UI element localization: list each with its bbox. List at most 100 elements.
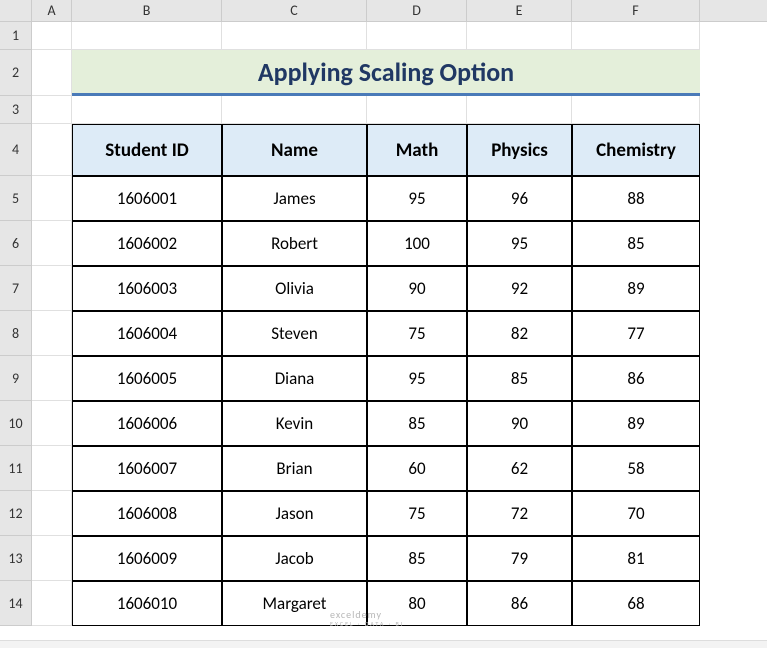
cell-name[interactable]: James (222, 176, 367, 221)
cell-A4[interactable] (32, 124, 72, 176)
cell-chemistry[interactable]: 85 (572, 221, 700, 266)
row-header-1[interactable]: 1 (0, 22, 32, 50)
cell-student-id[interactable]: 1606003 (72, 266, 222, 311)
row-header-10[interactable]: 10 (0, 401, 32, 446)
cell-F3[interactable] (572, 96, 700, 124)
cell-A9[interactable] (32, 356, 72, 401)
cell-chemistry[interactable]: 77 (572, 311, 700, 356)
cell-math[interactable]: 60 (367, 446, 467, 491)
cell-E3[interactable] (467, 96, 572, 124)
cell-A3[interactable] (32, 96, 72, 124)
col-header-C[interactable]: C (222, 0, 367, 21)
col-header-D[interactable]: D (367, 0, 467, 21)
cell-name[interactable]: Jason (222, 491, 367, 536)
cell-name[interactable]: Jacob (222, 536, 367, 581)
cell-A5[interactable] (32, 176, 72, 221)
cell-C1[interactable] (222, 22, 367, 50)
row-header-14[interactable]: 14 (0, 581, 32, 626)
row-header-5[interactable]: 5 (0, 176, 32, 221)
cell-math[interactable]: 85 (367, 536, 467, 581)
cell-chemistry[interactable]: 89 (572, 266, 700, 311)
cell-D3[interactable] (367, 96, 467, 124)
row-header-6[interactable]: 6 (0, 221, 32, 266)
cell-math[interactable]: 90 (367, 266, 467, 311)
row-header-9[interactable]: 9 (0, 356, 32, 401)
cell-A1[interactable] (32, 22, 72, 50)
cell-physics[interactable]: 79 (467, 536, 572, 581)
cell-physics[interactable]: 95 (467, 221, 572, 266)
cell-physics[interactable]: 96 (467, 176, 572, 221)
cell-math[interactable]: 95 (367, 356, 467, 401)
select-all-corner[interactable] (0, 0, 32, 21)
cell-A7[interactable] (32, 266, 72, 311)
cell-A2[interactable] (32, 50, 72, 96)
cell-C3[interactable] (222, 96, 367, 124)
cell-B1[interactable] (72, 22, 222, 50)
title-cell[interactable]: Applying Scaling Option (72, 50, 700, 96)
cell-student-id[interactable]: 1606006 (72, 401, 222, 446)
cell-physics[interactable]: 72 (467, 491, 572, 536)
cell-F1[interactable] (572, 22, 700, 50)
cell-chemistry[interactable]: 81 (572, 536, 700, 581)
th-chemistry[interactable]: Chemistry (572, 124, 700, 176)
th-student-id[interactable]: Student ID (72, 124, 222, 176)
cell-student-id[interactable]: 1606001 (72, 176, 222, 221)
col-header-F[interactable]: F (572, 0, 700, 21)
col-header-E[interactable]: E (467, 0, 572, 21)
row-header-13[interactable]: 13 (0, 536, 32, 581)
cell-math[interactable]: 85 (367, 401, 467, 446)
row-header-7[interactable]: 7 (0, 266, 32, 311)
th-math[interactable]: Math (367, 124, 467, 176)
cell-student-id[interactable]: 1606010 (72, 581, 222, 626)
cell-chemistry[interactable]: 58 (572, 446, 700, 491)
cell-name[interactable]: Brian (222, 446, 367, 491)
cell-student-id[interactable]: 1606008 (72, 491, 222, 536)
cell-name[interactable]: Olivia (222, 266, 367, 311)
cell-name[interactable]: Margaret (222, 581, 367, 626)
row-header-2[interactable]: 2 (0, 50, 32, 96)
cell-chemistry[interactable]: 89 (572, 401, 700, 446)
cell-chemistry[interactable]: 70 (572, 491, 700, 536)
row-header-11[interactable]: 11 (0, 446, 32, 491)
th-name[interactable]: Name (222, 124, 367, 176)
cell-math[interactable]: 75 (367, 311, 467, 356)
row-header-4[interactable]: 4 (0, 124, 32, 176)
cell-chemistry[interactable]: 86 (572, 356, 700, 401)
cell-physics[interactable]: 85 (467, 356, 572, 401)
cell-physics[interactable]: 90 (467, 401, 572, 446)
cell-student-id[interactable]: 1606007 (72, 446, 222, 491)
cell-A14[interactable] (32, 581, 72, 626)
cell-math[interactable]: 80 (367, 581, 467, 626)
cell-chemistry[interactable]: 88 (572, 176, 700, 221)
cell-math[interactable]: 95 (367, 176, 467, 221)
cell-B3[interactable] (72, 96, 222, 124)
col-header-A[interactable]: A (32, 0, 72, 21)
cell-name[interactable]: Kevin (222, 401, 367, 446)
row-header-3[interactable]: 3 (0, 96, 32, 124)
row-header-8[interactable]: 8 (0, 311, 32, 356)
cell-A8[interactable] (32, 311, 72, 356)
cell-D1[interactable] (367, 22, 467, 50)
cell-name[interactable]: Robert (222, 221, 367, 266)
cell-math[interactable]: 100 (367, 221, 467, 266)
cell-A6[interactable] (32, 221, 72, 266)
cell-A12[interactable] (32, 491, 72, 536)
cell-name[interactable]: Steven (222, 311, 367, 356)
cell-physics[interactable]: 62 (467, 446, 572, 491)
col-header-B[interactable]: B (72, 0, 222, 21)
cell-name[interactable]: Diana (222, 356, 367, 401)
cell-student-id[interactable]: 1606009 (72, 536, 222, 581)
cell-A10[interactable] (32, 401, 72, 446)
cell-physics[interactable]: 82 (467, 311, 572, 356)
cell-E1[interactable] (467, 22, 572, 50)
cell-physics[interactable]: 92 (467, 266, 572, 311)
cell-A11[interactable] (32, 446, 72, 491)
cell-student-id[interactable]: 1606004 (72, 311, 222, 356)
cell-math[interactable]: 75 (367, 491, 467, 536)
row-header-12[interactable]: 12 (0, 491, 32, 536)
cell-physics[interactable]: 86 (467, 581, 572, 626)
cell-student-id[interactable]: 1606005 (72, 356, 222, 401)
cell-A13[interactable] (32, 536, 72, 581)
th-physics[interactable]: Physics (467, 124, 572, 176)
cell-student-id[interactable]: 1606002 (72, 221, 222, 266)
